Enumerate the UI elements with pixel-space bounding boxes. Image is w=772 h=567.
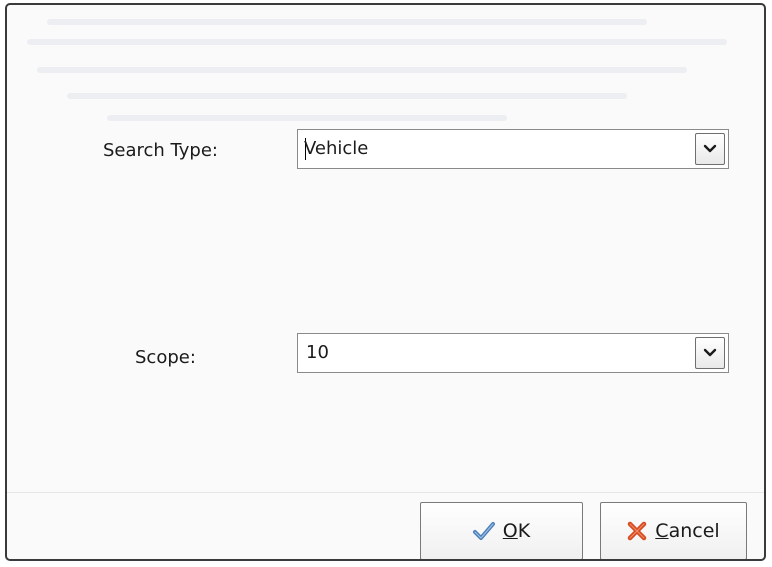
search-type-select[interactable]: Vehicle xyxy=(297,129,729,169)
ok-label-rest: K xyxy=(517,520,531,542)
red-x-icon xyxy=(628,521,647,541)
ok-button-label: OK xyxy=(503,520,530,542)
ok-mnemonic: O xyxy=(502,520,518,542)
search-type-dropdown-button[interactable] xyxy=(695,133,725,165)
scope-dropdown-button[interactable] xyxy=(695,337,725,369)
ok-button[interactable]: OK xyxy=(420,502,583,559)
scope-select[interactable]: 10 xyxy=(297,333,729,373)
cancel-label-rest: ancel xyxy=(668,520,720,542)
chevron-down-icon xyxy=(703,144,717,153)
scope-value: 10 xyxy=(306,342,329,363)
search-type-value: Vehicle xyxy=(304,138,369,159)
button-bar-separator xyxy=(7,492,764,493)
cancel-mnemonic: C xyxy=(655,520,669,542)
search-type-label: Search Type: xyxy=(103,140,218,161)
scope-label: Scope: xyxy=(135,347,196,368)
cancel-button[interactable]: Cancel xyxy=(600,502,747,559)
checkmark-icon xyxy=(472,522,495,540)
search-dialog: Search Type: Vehicle Scope: 10 OK Cancel xyxy=(5,3,766,561)
chevron-down-icon xyxy=(703,348,717,357)
cancel-button-label: Cancel xyxy=(655,520,719,542)
